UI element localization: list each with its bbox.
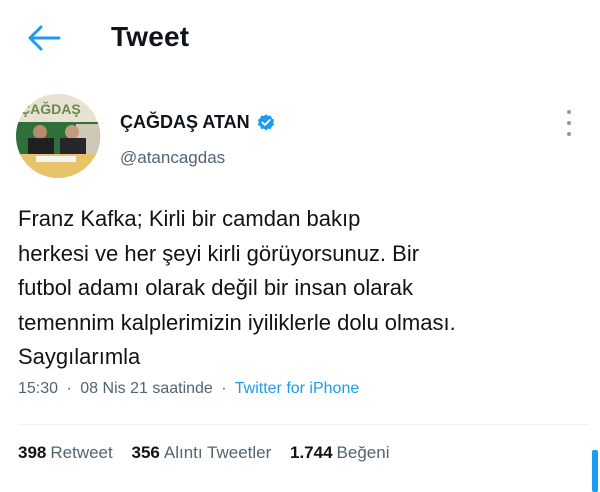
author-name-text: ÇAĞDAŞ ATAN — [120, 112, 250, 132]
retweets-stat[interactable]: 398 Retweet — [18, 443, 113, 463]
divider — [18, 424, 588, 425]
tweet-text-line: herkesi ve her şeyi kirli görüyorsunuz. … — [18, 240, 420, 266]
tweet-source-link[interactable]: Twitter for iPhone — [235, 380, 360, 397]
verified-badge-icon — [257, 113, 274, 130]
more-dot-icon — [567, 110, 571, 114]
tweet-metadata: 15:30 · 08 Nis 21 saatinde · Twitter for… — [18, 380, 359, 398]
scrollbar[interactable] — [592, 450, 598, 492]
more-options-button[interactable] — [560, 110, 578, 136]
retweets-label: Retweet — [50, 443, 113, 462]
more-dot-icon — [567, 121, 571, 125]
more-dot-icon — [567, 132, 571, 136]
avatar[interactable]: ÇAĞDAŞ — [16, 94, 100, 178]
tweet-text: Franz Kafka; Kirli bir camdan bakıp herk… — [18, 202, 590, 375]
separator: · — [221, 380, 227, 397]
tweet-date[interactable]: 08 Nis 21 saatinde — [80, 380, 213, 397]
back-button[interactable] — [24, 20, 64, 56]
tweet-text-line: Saygılarımla — [18, 344, 141, 369]
engagement-stats: 398 Retweet 356 Alıntı Tweetler 1.744 Beğen… — [18, 443, 403, 463]
quote-tweets-stat[interactable]: 356 Alıntı Tweetler — [131, 443, 271, 463]
quotes-count: 356 — [131, 443, 160, 462]
author-name[interactable]: ÇAĞDAŞ ATAN — [120, 112, 276, 133]
likes-stat[interactable]: 1.744 Beğeni — [290, 443, 389, 463]
tweet-text-line: temennim kalplerimizin iyiliklerle dolu … — [18, 309, 456, 335]
tweet-text-line: futbol adamı olarak değil bir insan olar… — [18, 275, 414, 300]
likes-label: Beğeni — [336, 443, 390, 462]
avatar-image: ÇAĞDAŞ — [16, 94, 100, 178]
separator: · — [66, 380, 72, 397]
svg-text:ÇAĞDAŞ: ÇAĞDAŞ — [20, 100, 81, 117]
arrow-left-icon — [28, 25, 61, 51]
page-title: Tweet — [111, 21, 190, 52]
tweet-text-line: Franz Kafka; Kirli bir camdan bakıp — [18, 206, 361, 231]
quotes-label: Alıntı Tweetler — [163, 443, 272, 462]
top-bar: Tweet — [0, 0, 600, 78]
tweet-time[interactable]: 15:30 — [18, 380, 58, 397]
author-handle[interactable]: @atancagdas — [120, 148, 225, 168]
retweets-count: 398 — [18, 443, 47, 462]
likes-count: 1.744 — [290, 443, 333, 462]
